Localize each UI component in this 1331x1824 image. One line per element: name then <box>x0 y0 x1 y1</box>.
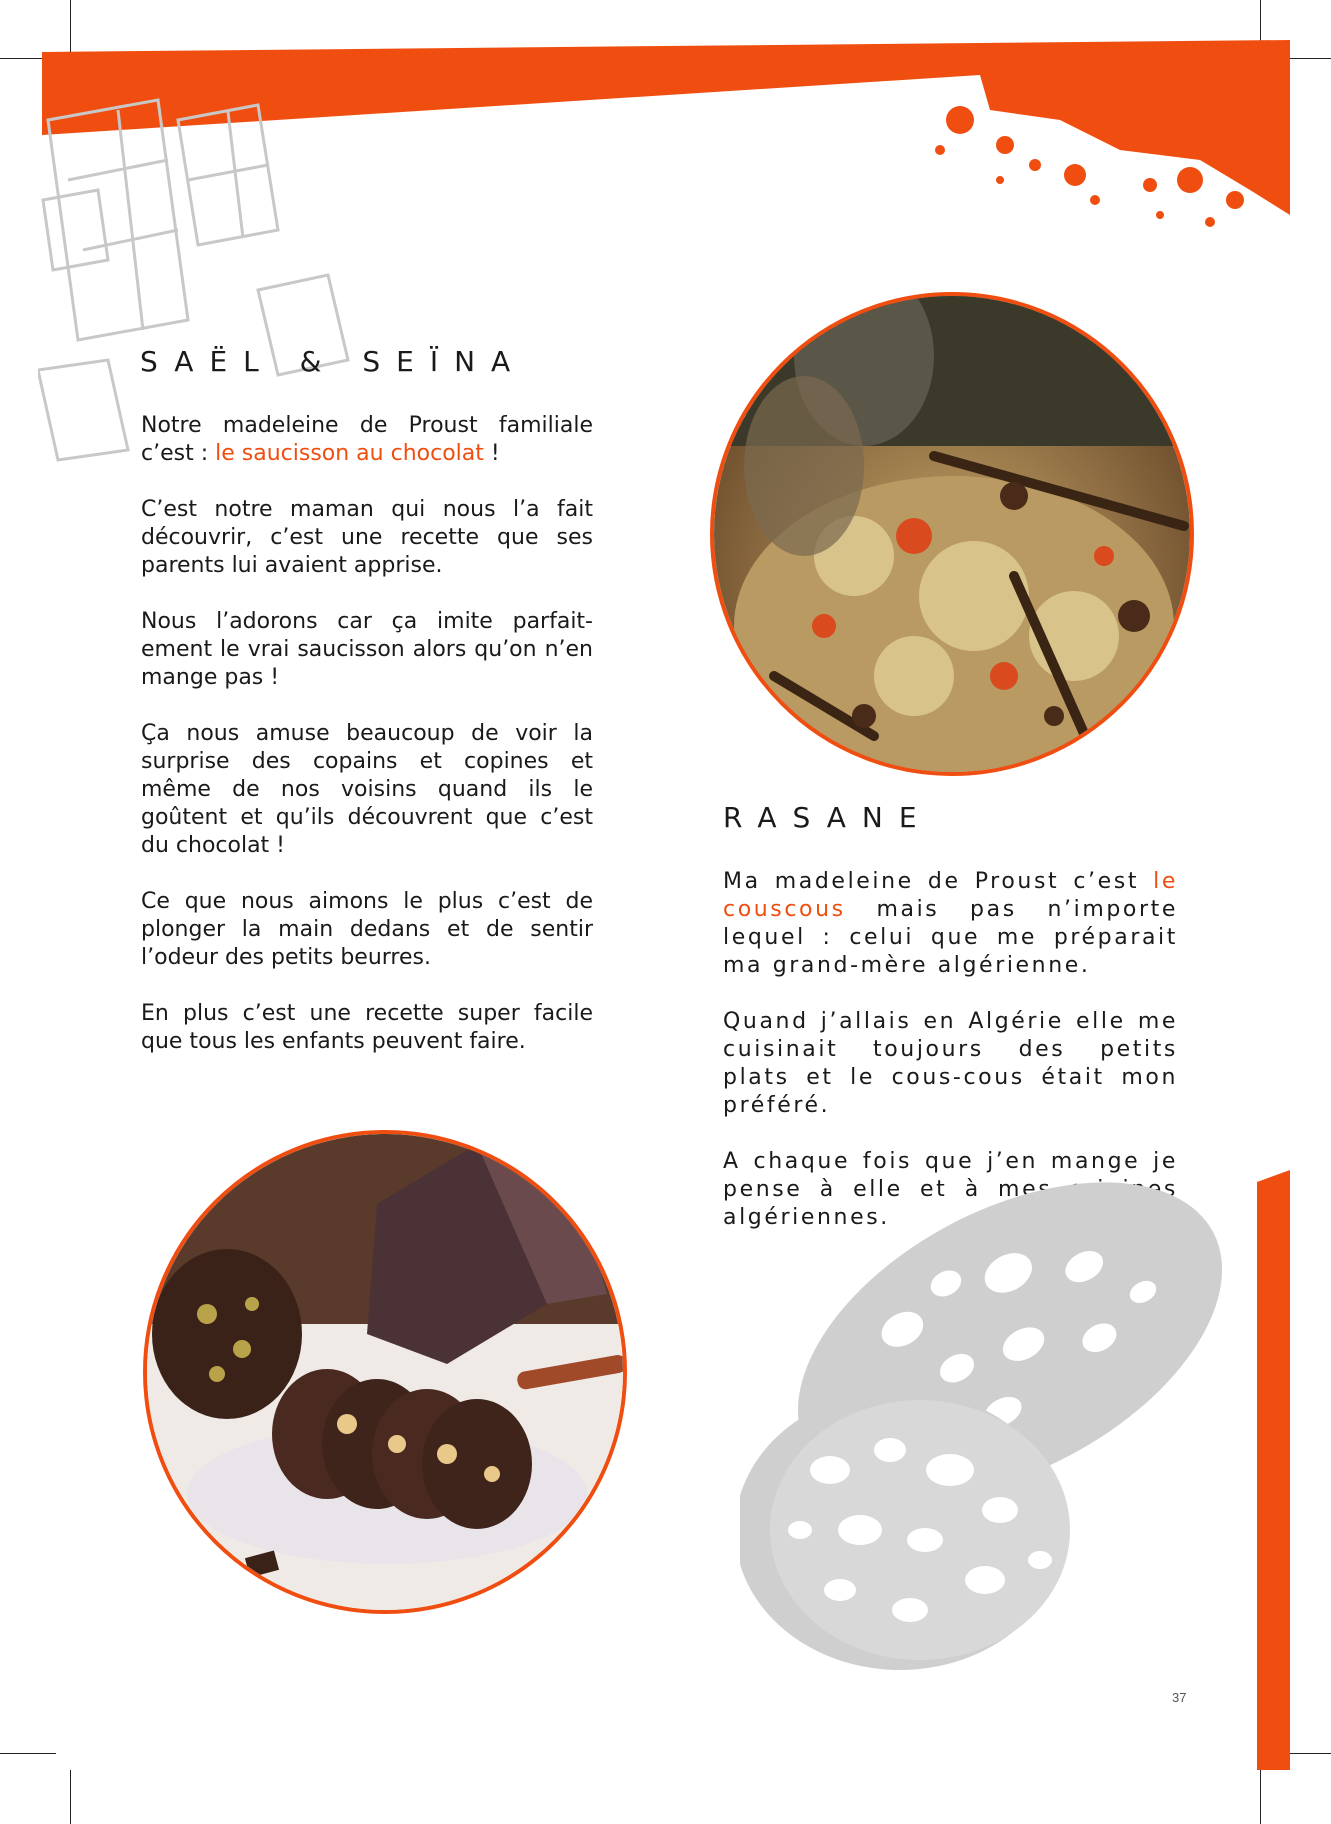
salami-illustration-decoration <box>740 1182 1223 1670</box>
section-title-rasane: RASANE <box>723 801 933 834</box>
right-paragraph-2: Quand j’allais en Algérie elle me cuisin… <box>723 1009 1178 1118</box>
page-number: 37 <box>1172 1690 1187 1705</box>
left-paragraph-6: En plus c’est une recette super facile q… <box>141 1001 593 1054</box>
left-body-text: Notre madeleine de Proust familiale c’es… <box>141 412 593 1084</box>
crop-mark <box>0 1753 56 1754</box>
highlight-saucisson: le saucisson au chocolat <box>215 441 484 466</box>
crop-mark <box>1260 1770 1261 1824</box>
crop-mark <box>70 1770 71 1824</box>
left-paragraph-2: C’est notre maman qui nous l’a fait déco… <box>141 497 593 578</box>
left-paragraph-3: Nous l’adorons car ça imite parfait-emen… <box>141 609 593 690</box>
left-paragraph-4: Ça nous amuse beaucoup de voir la surpri… <box>141 721 593 858</box>
chocolate-salami-photo <box>143 1130 627 1614</box>
couscous-photo <box>710 292 1194 776</box>
left-paragraph-5: Ce que nous aimons le plus c’est de plon… <box>141 889 593 970</box>
section-title-sael-seina: SAËL & SEÏNA <box>140 345 527 378</box>
right-paragraph-1: Ma madeleine de Proust c’est le couscous… <box>723 869 1178 978</box>
left-paragraph-1: Notre madeleine de Proust familiale c’es… <box>141 413 593 466</box>
orange-side-bar <box>1257 1170 1290 1770</box>
